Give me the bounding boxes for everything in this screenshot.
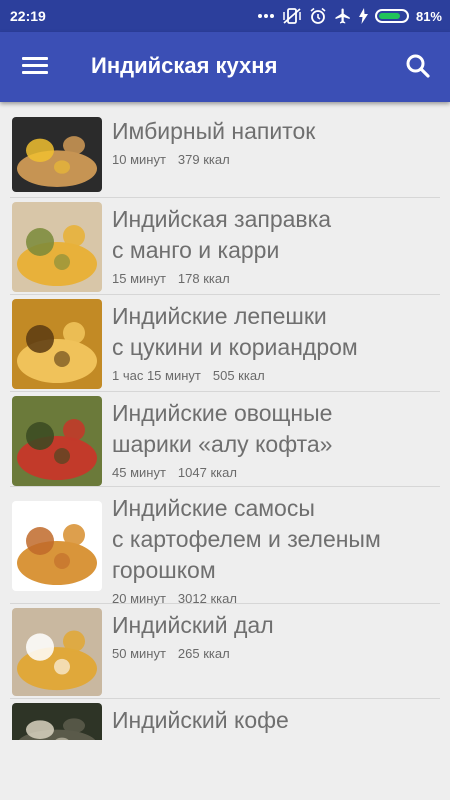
status-time: 22:19 [10, 8, 46, 24]
recipe-photo [12, 703, 102, 740]
cooking-time: 15 минут [112, 271, 166, 286]
battery-percentage: 81% [415, 8, 442, 24]
calories: 505 ккал [212, 368, 265, 383]
app-bar: Индийская кухня [0, 32, 450, 102]
menu-icon-bar [22, 57, 48, 60]
menu-icon-bar [22, 71, 48, 74]
recipe-text: Индийские самосы с картофелем и зеленым го… [112, 493, 440, 606]
more-dots-icon [257, 13, 275, 19]
cooking-time: 10 минут [112, 152, 166, 167]
recipe-meta: 45 минут 1047 ккал [112, 465, 440, 480]
search-icon [406, 54, 430, 78]
recipe-title: Индийские овощные шарики «алу кофта» [112, 398, 440, 460]
recipe-title-line: горошком [112, 557, 216, 583]
cooking-time: 1 час 15 минут [112, 368, 201, 383]
recipe-title-line: с цукини и кориандром [112, 334, 358, 360]
recipe-title: Индийский кофе [112, 705, 440, 736]
recipe-list-item[interactable]: Индийский кофе [10, 699, 440, 740]
calories: 178 ккал [177, 271, 230, 286]
recipe-list-item[interactable]: Индийские овощные шарики «алу кофта» 45 ми… [10, 392, 440, 487]
menu-icon-bar [22, 64, 48, 67]
recipe-text: Индийский дал 50 минут 265 ккал [112, 610, 440, 661]
calories: 265 ккал [177, 646, 230, 661]
recipe-list-item[interactable]: Имбирный напиток 10 минут 379 ккал [10, 110, 440, 198]
recipe-photo [12, 396, 102, 486]
recipe-meta: 15 минут 178 ккал [112, 271, 440, 286]
recipe-title: Индийские самосы с картофелем и зеленым го… [112, 493, 440, 586]
recipe-text: Имбирный напиток 10 минут 379 ккал [112, 116, 440, 167]
recipe-list-item[interactable]: Индийские лепешки с цукини и кориандром 1 … [10, 295, 440, 392]
recipe-photo [12, 501, 102, 591]
recipe-list[interactable]: Имбирный напиток 10 минут 379 ккал Индийск… [0, 110, 450, 740]
battery-icon [374, 9, 409, 23]
recipe-meta: 10 минут 379 ккал [112, 152, 440, 167]
recipe-text: Индийская заправка с манго и карри 15 мину… [112, 204, 440, 286]
recipe-photo [12, 299, 102, 389]
recipe-text: Индийские овощные шарики «алу кофта» 45 ми… [112, 398, 440, 480]
vibrate-off-icon [282, 7, 302, 25]
recipe-meta: 1 час 15 минут 505 ккал [112, 368, 440, 383]
recipe-title-line: Индийские самосы [112, 495, 315, 521]
recipe-meta: 50 минут 265 ккал [112, 646, 440, 661]
recipe-title-line: Индийские овощные [112, 400, 333, 426]
menu-button[interactable] [20, 54, 50, 80]
status-icons: 81% [257, 7, 442, 25]
search-button[interactable] [404, 52, 432, 80]
recipe-photo [12, 202, 102, 292]
recipe-title: Индийская заправка с манго и карри [112, 204, 440, 266]
battery-level-fill [378, 13, 400, 19]
recipe-text: Индийские лепешки с цукини и кориандром 1 … [112, 301, 440, 383]
recipe-list-item[interactable]: Индийский дал 50 минут 265 ккал [10, 604, 440, 699]
alarm-icon [309, 7, 327, 25]
recipe-title-line: с картофелем и зеленым [112, 526, 381, 552]
recipe-title: Имбирный напиток [112, 116, 440, 147]
airplane-mode-icon [334, 7, 352, 25]
recipe-text: Индийский кофе [112, 705, 440, 736]
recipe-photo [12, 608, 102, 696]
charging-bolt-icon [358, 8, 368, 24]
cooking-time: 45 минут [112, 465, 166, 480]
recipe-title-line: Индийский дал [112, 612, 274, 638]
recipe-photo [12, 117, 102, 192]
recipe-title-line: Индийские лепешки [112, 303, 327, 329]
recipe-title-line: Индийская заправка [112, 206, 332, 232]
page-title: Индийская кухня [91, 53, 278, 78]
calories: 1047 ккал [177, 465, 237, 480]
recipe-list-item[interactable]: Индийские самосы с картофелем и зеленым го… [10, 487, 440, 606]
recipe-title-line: с манго и карри [112, 237, 280, 263]
recipe-title-line: Имбирный напиток [112, 118, 316, 144]
recipe-title-line: шарики «алу кофта» [112, 431, 333, 457]
recipe-title: Индийский дал [112, 610, 440, 641]
status-bar: 22:19 81% [0, 0, 450, 32]
cooking-time: 50 минут [112, 646, 166, 661]
recipe-list-item[interactable]: Индийская заправка с манго и карри 15 мину… [10, 198, 440, 295]
recipe-title: Индийские лепешки с цукини и кориандром [112, 301, 440, 363]
recipe-title-line: Индийский кофе [112, 707, 289, 733]
calories: 379 ккал [177, 152, 230, 167]
